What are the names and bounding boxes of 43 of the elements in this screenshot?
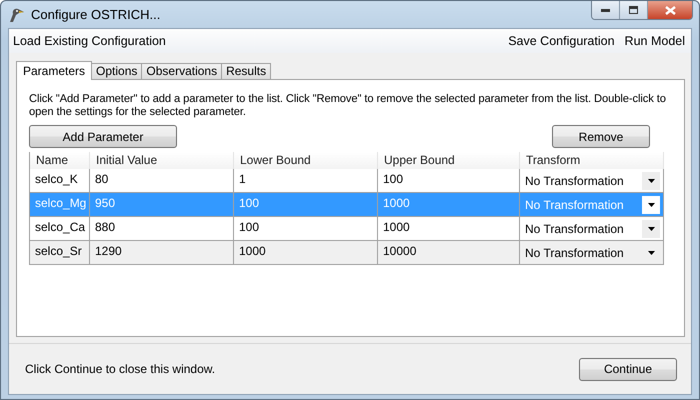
table-cell: 80 [90, 169, 234, 193]
status-text: Click Continue to close this window. [25, 362, 216, 376]
menu-item[interactable]: Save Configuration [508, 34, 615, 48]
column-header: Upper Bound [378, 152, 520, 169]
close-icon [664, 6, 676, 14]
column-header: Initial Value [90, 152, 234, 169]
minimize-icon [601, 8, 610, 12]
table-cell: selco_Mg [30, 193, 90, 217]
table-cell: selco_Sr [30, 241, 90, 265]
table-cell: 1000 [234, 241, 378, 265]
menu-item[interactable]: Run Model [624, 34, 685, 48]
table-cell: 950 [90, 193, 234, 217]
column-header: Transform [520, 152, 664, 169]
table-cell: 1000 [378, 193, 520, 217]
menu-item[interactable]: Load Existing Configuration [13, 34, 166, 48]
table-cell: 100 [378, 169, 520, 193]
column-header: Lower Bound [234, 152, 378, 169]
table-cell: 1000 [378, 217, 520, 241]
table-cell: 10000 [378, 241, 520, 265]
table-cell: 100 [234, 193, 378, 217]
table-cell: 100 [234, 217, 378, 241]
table-cell: selco_K [30, 169, 90, 193]
tab[interactable]: Options [91, 63, 142, 79]
tab[interactable]: Results [221, 63, 272, 79]
transform-dropdown[interactable]: No Transformation [525, 218, 624, 238]
table-cell: 880 [90, 217, 234, 241]
window-title: Configure OSTRICH... [31, 7, 162, 22]
table-cell: selco_Ca [30, 217, 90, 241]
instruction-text: Click "Add Parameter" to add a parameter to the list. Click "Remove" to remove the selected parameter from the list. Double-click to open the settings for the selected parameter. [29, 93, 667, 119]
minimize-button[interactable] [592, 1, 620, 19]
maximize-icon [629, 6, 638, 14]
maximize-button[interactable] [620, 1, 648, 19]
tab[interactable]: Observations [141, 63, 222, 79]
column-header: Name [30, 152, 90, 169]
close-button[interactable] [648, 1, 692, 19]
ostrich-head-icon [7, 6, 25, 22]
remove-button[interactable]: Remove [552, 125, 650, 148]
transform-dropdown[interactable]: No Transformation [525, 170, 624, 190]
table-cell: 1290 [90, 241, 234, 265]
continue-button[interactable]: Continue [579, 358, 677, 380]
tab[interactable]: Parameters [16, 61, 92, 80]
add-parameter-button[interactable]: Add Parameter [29, 125, 177, 148]
table-cell: 1 [234, 169, 378, 193]
